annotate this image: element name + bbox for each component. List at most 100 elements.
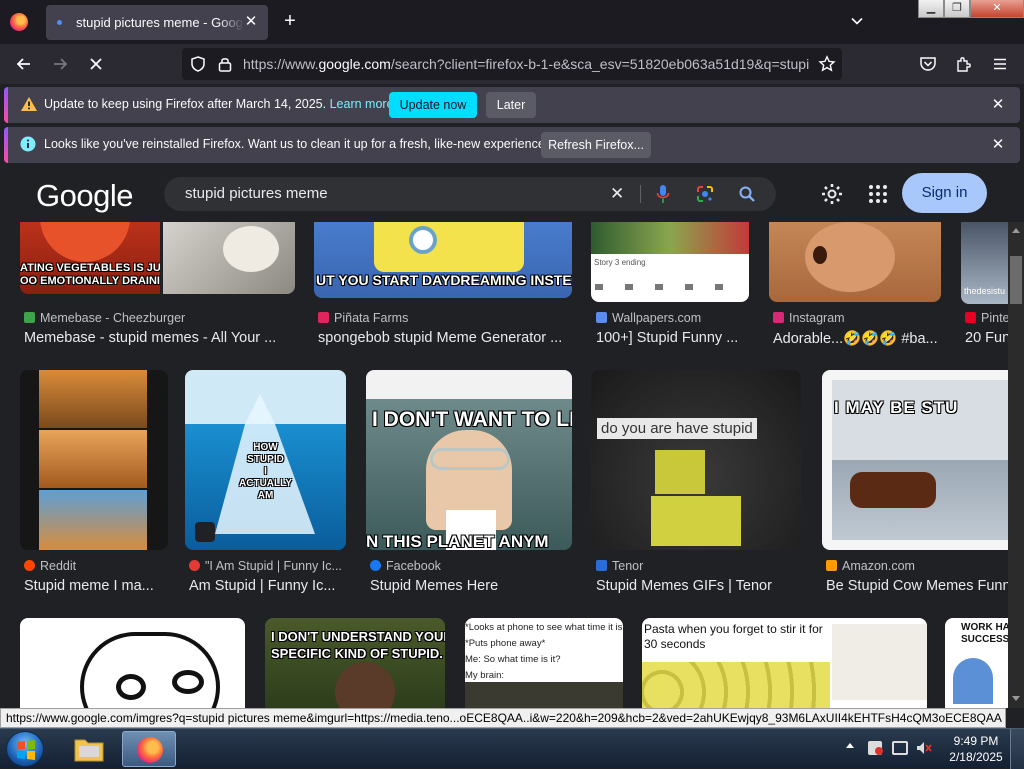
show-desktop-button[interactable] — [1010, 729, 1024, 769]
action-center-flag-icon[interactable] — [868, 741, 883, 755]
result-image[interactable]: thedesistu — [961, 222, 1008, 304]
notification-accent — [4, 87, 8, 123]
google-apps-grid-icon[interactable] — [868, 184, 888, 204]
reaction-icons — [595, 284, 745, 290]
sign-in-button[interactable]: Sign in — [902, 173, 987, 213]
result-source[interactable]: Reddit — [24, 559, 174, 573]
result-source[interactable]: Tenor — [596, 559, 801, 573]
result-image[interactable] — [20, 370, 168, 550]
lock-icon[interactable] — [217, 55, 233, 73]
close-tab-icon[interactable]: ✕ — [242, 13, 260, 31]
address-bar[interactable]: https://www.google.com/search?client=fir… — [182, 48, 842, 80]
result-image[interactable]: I DON'T WANT TO LIV N THIS PLANET ANYM — [366, 370, 572, 550]
maximize-button[interactable]: ❐ — [944, 0, 970, 18]
result-image[interactable]: Story 3 ending — [591, 222, 749, 302]
result-image[interactable] — [20, 618, 245, 708]
result-title[interactable]: 100+] Stupid Funny ... — [596, 330, 746, 346]
close-window-button[interactable]: ✕ — [970, 0, 1024, 18]
search-icon[interactable] — [738, 185, 756, 203]
learn-more-link[interactable]: Learn more — [330, 97, 394, 111]
hamburger-menu-icon[interactable] — [990, 54, 1010, 74]
result-image[interactable]: ATING VEGETABLES IS JUST OO EMOTIONALLY … — [20, 222, 160, 294]
chevron-down-icon[interactable] — [850, 14, 864, 28]
scroll-up-arrow-icon[interactable] — [1012, 228, 1020, 233]
result-title[interactable]: 20 Fun — [965, 330, 1008, 346]
scroll-down-arrow-icon[interactable] — [1012, 696, 1020, 701]
result-image[interactable]: Pasta when you forget to stir it for 30 … — [642, 618, 927, 708]
result-image[interactable]: I MAY BE STU — [822, 370, 1008, 550]
tab-strip: stupid pictures meme - Google Search ✕ +… — [0, 0, 1024, 44]
settings-gear-icon[interactable] — [820, 182, 844, 206]
minimize-button[interactable]: ▁ — [918, 0, 944, 18]
network-icon[interactable] — [892, 741, 908, 755]
extensions-puzzle-icon[interactable] — [954, 54, 974, 74]
result-source[interactable]: Amazon.com — [826, 559, 1008, 573]
result-source[interactable]: "I Am Stupid | Funny Ic... — [189, 559, 344, 573]
result-source[interactable]: Memebase - Cheezburger — [24, 311, 294, 325]
show-hidden-icons-icon[interactable] — [846, 743, 854, 748]
result-image[interactable]: WORK HA SUCCESS — [945, 618, 1008, 708]
google-logo[interactable]: Google — [36, 178, 133, 214]
watermark-text: thedesistu — [964, 286, 1006, 296]
result-image[interactable] — [769, 222, 941, 302]
result-image[interactable]: HOW STUPID I ACTUALLY AM — [185, 370, 346, 550]
meme-caption: *Looks at phone to see what time it is * … — [465, 622, 623, 681]
result-image[interactable]: *Looks at phone to see what time it is * … — [465, 618, 623, 708]
system-clock[interactable]: 9:49 PM 2/18/2025 — [946, 733, 1006, 765]
voice-search-mic-icon[interactable] — [656, 184, 670, 204]
result-title[interactable]: Stupid Memes GIFs | Tenor — [596, 578, 801, 594]
result-title[interactable]: spongebob stupid Meme Generator ... — [318, 330, 568, 346]
forward-arrow-icon[interactable] — [50, 54, 70, 74]
back-arrow-icon[interactable] — [14, 54, 34, 74]
pocket-icon[interactable] — [918, 54, 938, 74]
result-image[interactable]: I DON'T UNDERSTAND YOUR SPECIFIC KIND OF… — [265, 618, 445, 708]
story-preview — [591, 222, 749, 254]
result-source[interactable]: Facebook — [370, 559, 570, 573]
folder-icon — [74, 739, 104, 762]
bookmark-star-icon[interactable] — [818, 55, 836, 73]
result-source[interactable]: Pinte — [965, 311, 1008, 325]
divider — [640, 185, 641, 203]
url-text[interactable]: https://www.google.com/search?client=fir… — [243, 56, 809, 72]
firefox-icon[interactable] — [10, 13, 28, 31]
result-title[interactable]: Am Stupid | Funny Ic... — [189, 578, 344, 594]
result-image[interactable] — [163, 222, 295, 294]
clear-search-icon[interactable]: ✕ — [610, 184, 624, 204]
result-title[interactable]: Adorable...🤣🤣🤣 #ba... — [773, 330, 943, 347]
navigation-toolbar: https://www.google.com/search?client=fir… — [0, 44, 1024, 84]
loading-dot-icon — [57, 20, 62, 25]
google-lens-icon[interactable] — [696, 185, 714, 203]
firefox-taskbar-button[interactable] — [122, 731, 176, 767]
file-explorer-taskbar-button[interactable] — [62, 731, 116, 767]
meme-caption-bottom: N THIS PLANET ANYM — [366, 532, 549, 550]
noob-body — [651, 496, 741, 546]
page-scrollbar[interactable] — [1008, 222, 1024, 708]
search-input[interactable]: stupid pictures meme — [185, 185, 328, 202]
search-box[interactable]: stupid pictures meme ✕ — [164, 177, 776, 211]
tracking-protection-shield-icon[interactable] — [189, 55, 207, 73]
meme-caption: UT YOU START DAYDREAMING INSTEAD — [316, 272, 572, 288]
close-notification-icon[interactable]: ✕ — [990, 135, 1006, 153]
result-title[interactable]: Memebase - stupid memes - All Your ... — [24, 330, 294, 346]
source-label: Piñata Farms — [334, 311, 409, 325]
result-title[interactable]: Stupid Memes Here — [370, 578, 570, 594]
result-title[interactable]: Be Stupid Cow Memes Funn — [826, 578, 1008, 594]
update-now-button[interactable]: Update now — [389, 92, 477, 118]
result-source[interactable]: Instagram — [773, 311, 943, 325]
result-source[interactable]: Wallpapers.com — [596, 311, 746, 325]
meme-caption: I MAY BE STU — [834, 398, 959, 417]
close-notification-icon[interactable]: ✕ — [990, 95, 1006, 113]
result-source[interactable]: Piñata Farms — [318, 311, 568, 325]
new-tab-button[interactable]: + — [280, 11, 300, 31]
result-image[interactable]: do you are have stupid — [591, 370, 801, 550]
scrollbar-thumb[interactable] — [1010, 256, 1022, 304]
volume-muted-icon[interactable] — [916, 741, 932, 755]
stop-loading-icon[interactable] — [86, 54, 106, 74]
info-icon — [20, 136, 36, 152]
result-image[interactable]: UT YOU START DAYDREAMING INSTEAD — [314, 222, 572, 298]
start-button[interactable] — [6, 731, 44, 767]
result-title[interactable]: Stupid meme I ma... — [24, 578, 174, 594]
tab-google-search[interactable]: stupid pictures meme - Google Search ✕ — [46, 5, 268, 40]
later-button[interactable]: Later — [486, 92, 536, 118]
refresh-firefox-button[interactable]: Refresh Firefox... — [541, 132, 651, 158]
